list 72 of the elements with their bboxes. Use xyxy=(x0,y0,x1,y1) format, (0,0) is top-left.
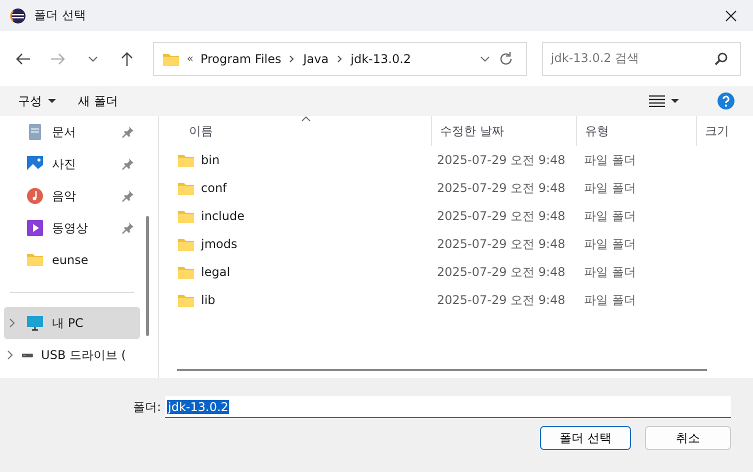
sidebar-item[interactable]: USB 드라이브 ( xyxy=(4,339,140,371)
table-cell-text: 2025-07-29 오전 9:48 xyxy=(436,264,566,280)
sidebar-item[interactable]: eunse xyxy=(4,244,140,276)
refresh-icon[interactable] xyxy=(498,50,514,66)
list-view-icon xyxy=(649,95,665,107)
organize-button[interactable]: 구성 xyxy=(12,90,62,112)
table-cell-text: 2025-07-29 오전 9:48 xyxy=(436,236,566,252)
table-cell-text: 파일 폴더 xyxy=(583,152,637,168)
column-header[interactable]: 이름 xyxy=(159,116,431,146)
column-header[interactable]: 크기 xyxy=(696,116,752,146)
address-bar[interactable]: « Program Files Java jdk-13.0.2 xyxy=(152,42,527,76)
sidebar-item[interactable]: 동영상 xyxy=(4,212,140,244)
monitor-icon xyxy=(26,314,44,332)
table-cell-text: 파일 폴더 xyxy=(583,264,637,280)
breadcrumb-link[interactable]: Program Files xyxy=(200,52,282,66)
table-cell-text: 파일 폴더 xyxy=(583,292,637,308)
video-icon xyxy=(26,219,44,237)
chevron-right-icon xyxy=(336,54,344,62)
picture-icon xyxy=(26,155,44,173)
music-note-icon xyxy=(26,187,44,205)
sort-up-icon xyxy=(301,116,311,122)
window-title: 폴더 선택 xyxy=(34,7,86,24)
search-field[interactable]: jdk-13.0.2 검색 xyxy=(542,42,741,76)
file-name[interactable]: lib xyxy=(201,293,216,307)
caret-icon xyxy=(671,98,679,104)
new-folder-button[interactable]: 새 폴더 xyxy=(72,90,124,112)
file-name[interactable]: bin xyxy=(201,153,220,167)
folder-icon xyxy=(177,264,195,280)
chevron-right-icon[interactable] xyxy=(8,318,16,328)
folder-label: 폴더: xyxy=(132,398,161,416)
folder-icon xyxy=(177,208,195,224)
chevron-right-icon[interactable] xyxy=(6,350,14,360)
cancel-button[interactable]: 취소 xyxy=(645,426,731,450)
back-arrow-icon[interactable] xyxy=(15,50,32,66)
column-header[interactable]: 수정한 날짜 xyxy=(431,116,576,146)
table-cell-text: 2025-07-29 오전 9:48 xyxy=(436,180,566,196)
folder-icon xyxy=(26,251,44,269)
file-name[interactable]: conf xyxy=(201,181,227,195)
folder-icon xyxy=(177,180,195,196)
column-header[interactable]: 유형 xyxy=(576,116,696,146)
folder-icon xyxy=(177,152,195,168)
table-cell-text: 2025-07-29 오전 9:48 xyxy=(436,152,566,168)
table-cell-text: 파일 폴더 xyxy=(583,208,637,224)
caret-icon xyxy=(48,98,56,104)
sidebar-item[interactable]: 문서 xyxy=(4,116,140,148)
scrollbar-thumb[interactable] xyxy=(146,216,149,336)
folder-name-field[interactable]: jdk-13.0.2 xyxy=(165,396,731,418)
search-placeholder: jdk-13.0.2 검색 xyxy=(550,50,640,67)
table-cell-text: 2025-07-29 오전 9:48 xyxy=(436,292,566,308)
table-cell-text: 파일 폴더 xyxy=(583,236,637,252)
table-cell-text: 파일 폴더 xyxy=(583,180,637,196)
file-name[interactable]: jmods xyxy=(201,237,238,251)
sidebar-item[interactable]: 내 PC xyxy=(4,307,140,339)
table-cell-text: 2025-07-29 오전 9:48 xyxy=(436,208,566,224)
sidebar-item[interactable]: 음악 xyxy=(4,180,140,212)
close-icon xyxy=(725,10,737,22)
document-icon xyxy=(26,123,44,141)
help-icon[interactable] xyxy=(717,92,735,110)
folder-icon xyxy=(177,292,195,308)
overflow-chevron[interactable]: « xyxy=(186,52,194,65)
search-icon xyxy=(714,52,728,66)
chevron-right-icon xyxy=(288,54,296,62)
breadcrumb-link[interactable]: jdk-13.0.2 xyxy=(350,52,412,66)
file-name[interactable]: legal xyxy=(201,265,230,279)
drive-icon xyxy=(22,352,34,358)
breadcrumb-link[interactable]: Java xyxy=(303,52,329,66)
folder-icon xyxy=(177,236,195,252)
file-name[interactable]: include xyxy=(201,209,244,223)
select-folder-button[interactable]: 폴더 선택 xyxy=(540,426,631,450)
sidebar-item[interactable]: 사진 xyxy=(4,148,140,180)
scrollbar-thumb[interactable] xyxy=(177,369,707,371)
app-logo-icon xyxy=(10,8,26,24)
